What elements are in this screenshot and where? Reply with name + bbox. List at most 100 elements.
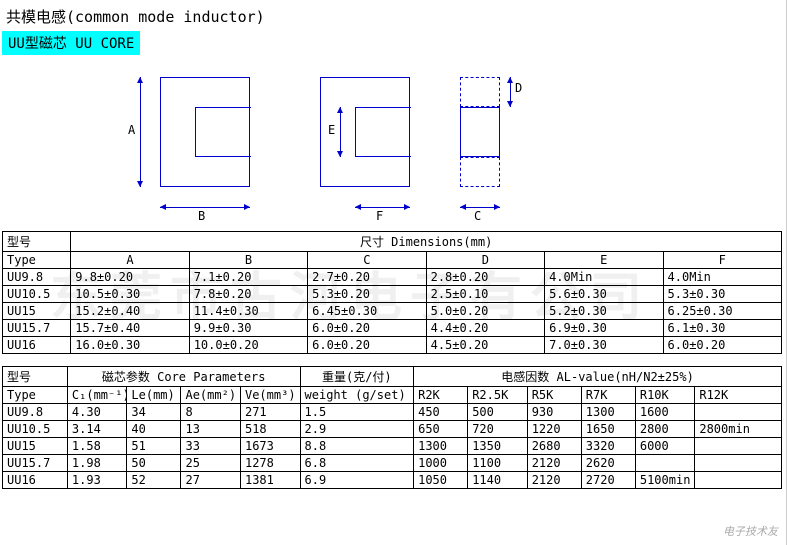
col-header: R2.5K xyxy=(468,387,528,404)
col-header: 磁芯参数 Core Parameters xyxy=(67,367,300,387)
table-row: UU9.84.303482711.545050093013001600 xyxy=(3,404,782,421)
cell: 1278 xyxy=(240,455,300,472)
cell: 10.0±0.20 xyxy=(189,337,307,354)
table-row: UU15.71.98502512786.81000110021202620 xyxy=(3,455,782,472)
cell: 2620 xyxy=(581,455,635,472)
cell: UU10.5 xyxy=(3,286,71,303)
cell: 1.5 xyxy=(300,404,414,421)
table-row: UU161.93522713816.910501140212027205100m… xyxy=(3,472,782,489)
cell: 2800min xyxy=(695,421,782,438)
cell: 5.0±0.20 xyxy=(426,303,544,320)
cell: 1600 xyxy=(635,404,695,421)
cell: 2120 xyxy=(527,472,581,489)
cell: 2.9 xyxy=(300,421,414,438)
table-row: UU15.715.7±0.409.9±0.306.0±0.204.4±0.206… xyxy=(3,320,782,337)
col-header: F xyxy=(663,252,781,269)
dimension-drawing: A B E F D C xyxy=(0,59,786,229)
cell: 15.7±0.40 xyxy=(71,320,189,337)
cell: 33 xyxy=(181,438,241,455)
col-header: R12K xyxy=(695,387,782,404)
cell: 7.1±0.20 xyxy=(189,269,307,286)
cell: 6.25±0.30 xyxy=(663,303,781,320)
cell: UU15 xyxy=(3,438,68,455)
cell: 4.0Min xyxy=(545,269,663,286)
dim-label-e: E xyxy=(328,123,335,137)
cell: 4.30 xyxy=(67,404,127,421)
cell: 720 xyxy=(468,421,528,438)
cell: 8.8 xyxy=(300,438,414,455)
cell: 5.6±0.30 xyxy=(545,286,663,303)
cell: 1220 xyxy=(527,421,581,438)
cell: 650 xyxy=(414,421,468,438)
col-header: R5K xyxy=(527,387,581,404)
col-header: R2K xyxy=(414,387,468,404)
cell: 450 xyxy=(414,404,468,421)
cell: 1100 xyxy=(468,455,528,472)
cell: 4.4±0.20 xyxy=(426,320,544,337)
table-row: UU151.58513316738.813001350268033206000 xyxy=(3,438,782,455)
cell: 2120 xyxy=(527,455,581,472)
col-header: C₁(mm⁻¹) xyxy=(67,387,127,404)
cell: 2720 xyxy=(581,472,635,489)
col-header: B xyxy=(189,252,307,269)
col-header: 电感因数 AL-value(nH/N2±25%) xyxy=(414,367,782,387)
table-row: UU10.510.5±0.307.8±0.205.3±0.202.5±0.105… xyxy=(3,286,782,303)
col-header: R10K xyxy=(635,387,695,404)
cell: 2800 xyxy=(635,421,695,438)
cell: 5.2±0.30 xyxy=(545,303,663,320)
cell: 6.9±0.30 xyxy=(545,320,663,337)
cell: 13 xyxy=(181,421,241,438)
col-header: 尺寸 Dimensions(mm) xyxy=(71,232,782,252)
col-header: C xyxy=(308,252,426,269)
table-row: UU1515.2±0.4011.4±0.306.45±0.305.0±0.205… xyxy=(3,303,782,320)
cell: 6.0±0.20 xyxy=(308,337,426,354)
col-header: 重量(克/付) xyxy=(300,367,414,387)
cell: UU15.7 xyxy=(3,320,71,337)
dim-label-a: A xyxy=(128,123,135,137)
cell: 5.3±0.30 xyxy=(663,286,781,303)
cell: 6.8 xyxy=(300,455,414,472)
cell: 500 xyxy=(468,404,528,421)
cell xyxy=(695,455,782,472)
cell: 52 xyxy=(127,472,181,489)
cell xyxy=(635,455,695,472)
col-header: weight (g/set) xyxy=(300,387,414,404)
cell: UU9.8 xyxy=(3,404,68,421)
cell: 9.8±0.20 xyxy=(71,269,189,286)
cell: 9.9±0.30 xyxy=(189,320,307,337)
cell: 11.4±0.30 xyxy=(189,303,307,320)
cell: 16.0±0.30 xyxy=(71,337,189,354)
cell: 1650 xyxy=(581,421,635,438)
col-header: R7K xyxy=(581,387,635,404)
cell: 1050 xyxy=(414,472,468,489)
cell: 3320 xyxy=(581,438,635,455)
cell: UU16 xyxy=(3,337,71,354)
col-header: D xyxy=(426,252,544,269)
cell: 1300 xyxy=(581,404,635,421)
cell: 8 xyxy=(181,404,241,421)
cell: 2.8±0.20 xyxy=(426,269,544,286)
cell: 2.7±0.20 xyxy=(308,269,426,286)
cell: UU10.5 xyxy=(3,421,68,438)
dim-label-d: D xyxy=(515,81,522,95)
table-row: 型号 尺寸 Dimensions(mm) xyxy=(3,232,782,252)
col-header: 型号 xyxy=(3,367,68,387)
cell: 2680 xyxy=(527,438,581,455)
cell: 1000 xyxy=(414,455,468,472)
cell: UU16 xyxy=(3,472,68,489)
dim-label-f: F xyxy=(376,209,383,223)
col-header: E xyxy=(545,252,663,269)
col-header: Type xyxy=(3,252,71,269)
cell: 5.3±0.20 xyxy=(308,286,426,303)
cell: 4.0Min xyxy=(663,269,781,286)
table-row: Type A B C D E F xyxy=(3,252,782,269)
cell: 6.0±0.20 xyxy=(308,320,426,337)
table-row: 型号 磁芯参数 Core Parameters 重量(克/付) 电感因数 AL-… xyxy=(3,367,782,387)
cell: 930 xyxy=(527,404,581,421)
cell: 15.2±0.40 xyxy=(71,303,189,320)
cell: UU9.8 xyxy=(3,269,71,286)
col-header: 型号 xyxy=(3,232,71,252)
corner-watermark: 电子技术友 xyxy=(723,523,778,539)
cell: 3.14 xyxy=(67,421,127,438)
cell: 1673 xyxy=(240,438,300,455)
